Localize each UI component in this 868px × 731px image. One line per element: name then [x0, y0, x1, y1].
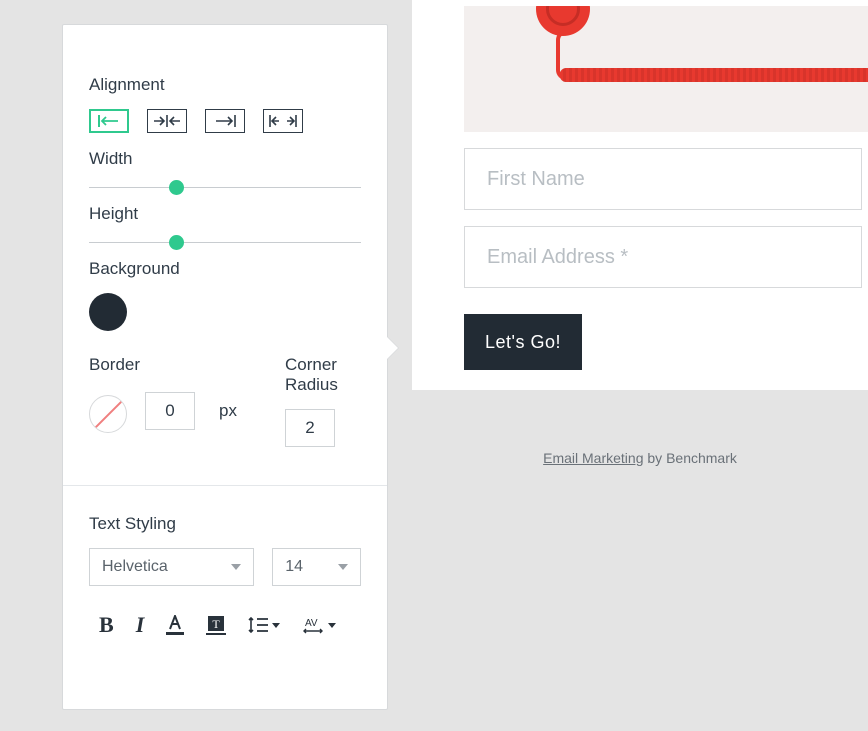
width-slider-thumb[interactable]: [169, 180, 184, 195]
alignment-label: Alignment: [89, 75, 361, 95]
corner-radius-label: Corner Radius: [285, 355, 361, 395]
width-slider[interactable]: [89, 187, 361, 188]
email-placeholder: Email Address *: [487, 246, 628, 269]
border-swatch-none[interactable]: [89, 395, 127, 433]
align-left-icon: [98, 115, 120, 127]
corner-radius-input[interactable]: [285, 409, 335, 447]
submit-button-label: Let's Go!: [485, 332, 561, 353]
chevron-down-icon: [328, 623, 336, 628]
svg-text:T: T: [213, 617, 221, 631]
background-swatch[interactable]: [89, 293, 127, 331]
border-label: Border: [89, 355, 237, 375]
align-right-icon: [214, 115, 236, 127]
first-name-placeholder: First Name: [487, 168, 585, 191]
line-height-button[interactable]: [248, 616, 280, 634]
background-label: Background: [89, 259, 361, 279]
align-center-button[interactable]: [147, 109, 187, 133]
align-full-icon: [269, 115, 297, 127]
chevron-down-icon: [338, 564, 348, 570]
panel-pointer-icon: [386, 336, 398, 360]
align-right-button[interactable]: [205, 109, 245, 133]
font-size-select[interactable]: 14: [272, 548, 361, 586]
footer-suffix: by Benchmark: [644, 450, 737, 466]
align-full-button[interactable]: [263, 109, 303, 133]
footer-credit: Email Marketing by Benchmark: [412, 450, 868, 466]
text-background-button[interactable]: T: [206, 615, 226, 635]
first-name-field[interactable]: First Name: [464, 148, 862, 210]
bold-button[interactable]: B: [99, 612, 114, 638]
alignment-group: [89, 109, 361, 133]
font-size-value: 14: [285, 558, 303, 576]
px-unit: px: [219, 401, 237, 421]
font-family-value: Helvetica: [102, 558, 168, 576]
font-color-icon: [166, 615, 184, 635]
font-family-select[interactable]: Helvetica: [89, 548, 254, 586]
italic-button[interactable]: I: [136, 612, 145, 638]
phone-cord-decor: [560, 68, 868, 82]
height-slider-thumb[interactable]: [169, 235, 184, 250]
font-color-button[interactable]: [166, 615, 184, 635]
chevron-down-icon: [231, 564, 241, 570]
letter-spacing-icon: AV: [302, 616, 324, 634]
form-preview: First Name Email Address * Let's Go!: [412, 0, 868, 390]
align-center-icon: [154, 115, 180, 127]
text-format-toolbar: B I T AV: [89, 612, 361, 638]
style-panel: Alignment Width Height Background: [62, 24, 388, 710]
email-field[interactable]: Email Address *: [464, 226, 862, 288]
chevron-down-icon: [272, 623, 280, 628]
section-divider: [63, 485, 387, 486]
line-height-icon: [248, 616, 268, 634]
text-styling-label: Text Styling: [89, 514, 361, 534]
corner-column: Corner Radius: [285, 355, 361, 447]
letter-spacing-button[interactable]: AV: [302, 616, 336, 634]
align-left-button[interactable]: [89, 109, 129, 133]
svg-text:AV: AV: [305, 618, 318, 629]
email-marketing-link[interactable]: Email Marketing: [543, 450, 643, 466]
width-label: Width: [89, 149, 361, 169]
form-hero-image: [464, 6, 868, 132]
text-background-icon: T: [206, 615, 226, 635]
panel-body: Alignment Width Height Background: [63, 25, 387, 638]
border-column: Border px: [89, 355, 237, 447]
submit-button[interactable]: Let's Go!: [464, 314, 582, 370]
border-width-input[interactable]: [145, 392, 195, 430]
height-label: Height: [89, 204, 361, 224]
height-slider[interactable]: [89, 242, 361, 243]
